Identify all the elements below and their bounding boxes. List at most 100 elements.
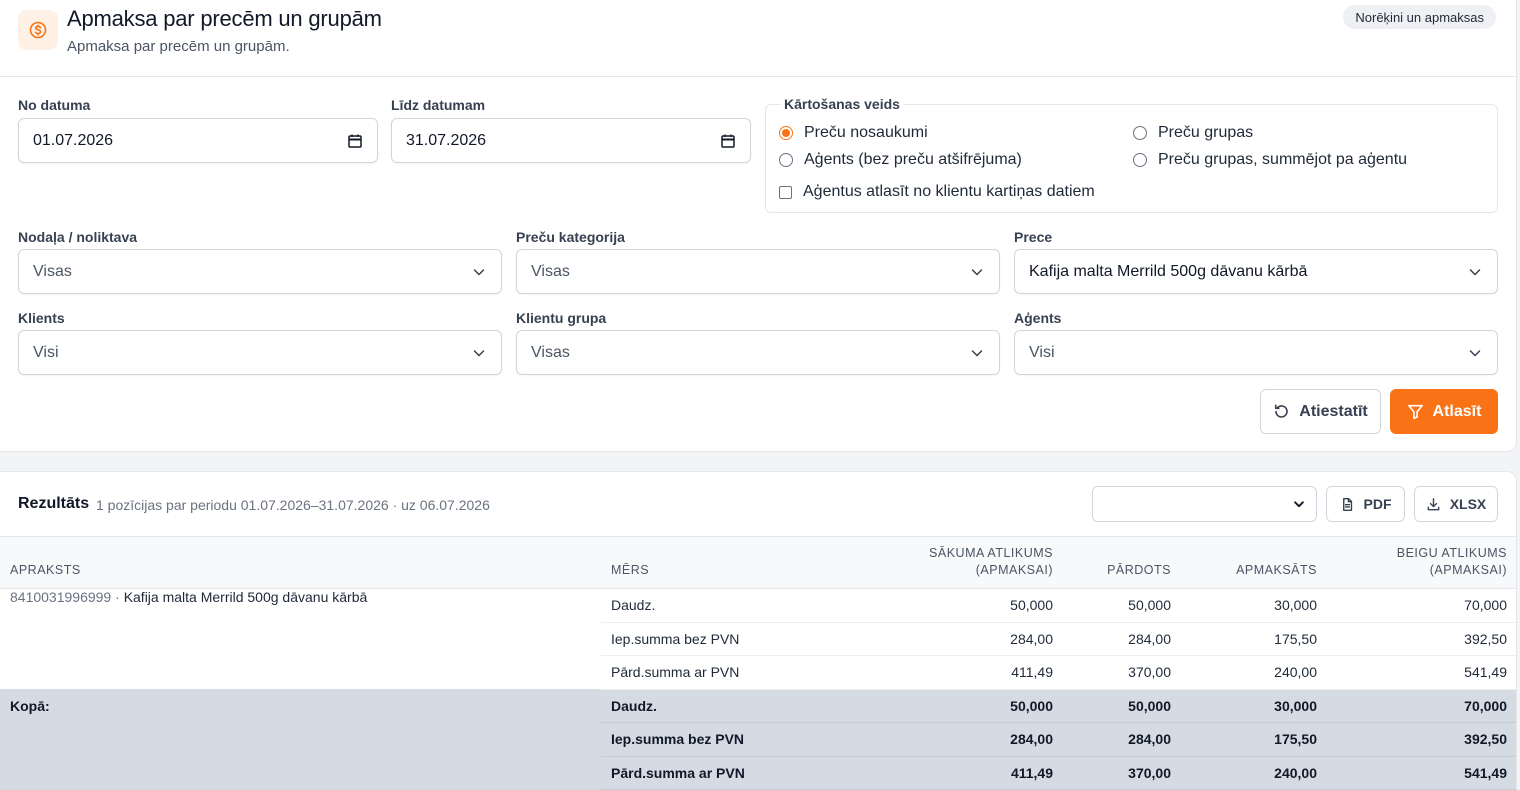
sort-type-legend: Kārtošanas veids bbox=[781, 96, 903, 112]
cell-end: 392,50 bbox=[1327, 722, 1516, 757]
item-separator: · bbox=[111, 589, 124, 605]
sort-option-product-names[interactable]: Preču nosaukumi bbox=[779, 124, 928, 142]
chevron-down-icon bbox=[473, 349, 485, 356]
client-select[interactable]: Visi bbox=[18, 330, 502, 375]
category-label: Preču kategorija bbox=[516, 229, 625, 245]
total-row: Kopā: Daudz. 50,000 50,000 30,000 70,000 bbox=[0, 689, 1516, 790]
cell-end: 541,49 bbox=[1327, 756, 1516, 790]
header-line: (apmaksai) bbox=[975, 563, 1053, 577]
sort-option-label: Preču grupas, summējot pa aģentu bbox=[1158, 151, 1408, 168]
col-header-measure[interactable]: Mērs bbox=[601, 536, 801, 589]
cell-start: 284,00 bbox=[801, 722, 1063, 757]
cell-paid: 30,000 bbox=[1181, 588, 1327, 623]
agent-value: Visi bbox=[1029, 343, 1055, 361]
cell-start: 411,49 bbox=[801, 655, 1063, 690]
cell-end: 70,000 bbox=[1327, 588, 1516, 623]
agents-from-client-checkbox[interactable]: Aģentus atlasīt no klientu kartiņas dati… bbox=[779, 183, 1095, 201]
calendar-icon[interactable] bbox=[720, 133, 736, 149]
table-header-row: Apraksts Mērs Sākuma atlikums (apmaksai) … bbox=[0, 536, 1516, 589]
cell-start: 411,49 bbox=[801, 756, 1063, 790]
date-from-input[interactable]: 01.07.2026 bbox=[18, 118, 378, 163]
department-value: Visas bbox=[33, 262, 72, 280]
cell-end: 70,000 bbox=[1327, 689, 1516, 723]
radio-unchecked[interactable] bbox=[779, 153, 793, 167]
radio-unchecked[interactable] bbox=[1133, 153, 1147, 167]
department-select[interactable]: Visas bbox=[18, 249, 502, 294]
cell-measure: Pārd.summa ar PVN bbox=[601, 655, 801, 690]
client-value: Visi bbox=[33, 343, 59, 361]
filter-icon bbox=[1407, 404, 1423, 420]
download-icon bbox=[1427, 497, 1440, 510]
cell-start: 50,000 bbox=[801, 689, 1063, 723]
results-view-select[interactable] bbox=[1092, 486, 1317, 522]
header-line: Beigu atlikums bbox=[1396, 546, 1507, 560]
chevron-down-icon bbox=[473, 268, 485, 275]
sort-option-agent[interactable]: Aģents (bez preču atšifrējuma) bbox=[779, 151, 1022, 169]
reset-icon bbox=[1275, 404, 1289, 418]
department-label: Nodaļa / noliktava bbox=[18, 229, 138, 245]
col-header-description[interactable]: Apraksts bbox=[0, 536, 601, 589]
page-title: Apmaksa par precēm un grupām bbox=[67, 6, 382, 31]
cell-sold: 50,000 bbox=[1063, 689, 1181, 723]
results-card: Rezultāts 1 pozīcijas par periodu 01.07.… bbox=[0, 471, 1517, 790]
cell-sold: 50,000 bbox=[1063, 588, 1181, 623]
client-label: Klients bbox=[18, 310, 65, 326]
cell-measure: Daudz. bbox=[601, 689, 801, 723]
table-row: 8410031996999 · Kafija malta Merrild 500… bbox=[0, 588, 1516, 623]
reset-button[interactable]: Atiestatīt bbox=[1260, 389, 1381, 434]
date-to-label: Līdz datumam bbox=[391, 97, 486, 113]
sort-option-product-groups[interactable]: Preču grupas bbox=[1133, 124, 1253, 142]
item-code: 8410031996999 bbox=[10, 589, 112, 605]
cell-start: 50,000 bbox=[801, 588, 1063, 623]
client-group-select[interactable]: Visas bbox=[516, 330, 1000, 375]
results-meta: 1 pozīcijas par periodu 01.07.2026–31.07… bbox=[96, 497, 490, 513]
export-pdf-label: PDF bbox=[1363, 496, 1392, 512]
product-label: Prece bbox=[1014, 229, 1053, 245]
section-badge: Norēķini un apmaksas bbox=[1343, 5, 1496, 29]
chevron-down-icon bbox=[1294, 501, 1304, 508]
export-pdf-button[interactable]: PDF bbox=[1326, 486, 1405, 522]
export-xlsx-button[interactable]: XLSX bbox=[1414, 486, 1498, 522]
checkbox-label: Aģentus atlasīt no klientu kartiņas dati… bbox=[803, 183, 1095, 200]
cell-paid: 240,00 bbox=[1181, 756, 1327, 790]
radio-unchecked[interactable] bbox=[1133, 126, 1147, 140]
calendar-icon[interactable] bbox=[347, 133, 363, 149]
category-select[interactable]: Visas bbox=[516, 249, 1000, 294]
col-header-sold[interactable]: Pārdots bbox=[1063, 536, 1181, 589]
cell-measure: Iep.summa bez PVN bbox=[601, 622, 801, 656]
cell-paid: 30,000 bbox=[1181, 689, 1327, 723]
cell-paid: 175,50 bbox=[1181, 722, 1327, 757]
date-from-label: No datuma bbox=[18, 97, 91, 113]
date-from-value: 01.07.2026 bbox=[33, 131, 114, 149]
sort-option-label: Preču nosaukumi bbox=[804, 124, 928, 141]
cell-end: 541,49 bbox=[1327, 655, 1516, 690]
sort-option-groups-by-agent[interactable]: Preču grupas, summējot pa aģentu bbox=[1133, 151, 1407, 169]
col-header-paid[interactable]: Apmaksāts bbox=[1181, 536, 1327, 589]
date-to-value: 31.07.2026 bbox=[406, 131, 487, 149]
filter-card: Apmaksa par precēm un grupām Apmaksa par… bbox=[0, 0, 1517, 452]
apply-button[interactable]: Atlasīt bbox=[1390, 389, 1498, 434]
col-header-start-balance[interactable]: Sākuma atlikums (apmaksai) bbox=[801, 536, 1063, 589]
cell-paid: 240,00 bbox=[1181, 655, 1327, 690]
client-group-label: Klientu grupa bbox=[516, 310, 607, 326]
cell-sold: 284,00 bbox=[1063, 622, 1181, 656]
date-to-input[interactable]: 31.07.2026 bbox=[391, 118, 751, 163]
header-line: Sākuma atlikums bbox=[929, 546, 1053, 560]
product-select[interactable]: Kafija malta Merrild 500g dāvanu kārbā bbox=[1014, 249, 1498, 294]
chevron-down-icon bbox=[971, 268, 983, 275]
sort-option-label: Aģents (bez preču atšifrējuma) bbox=[804, 151, 1022, 168]
checkbox-box[interactable] bbox=[779, 185, 792, 199]
agent-select[interactable]: Visi bbox=[1014, 330, 1498, 375]
header-divider bbox=[0, 76, 1516, 77]
reset-label: Atiestatīt bbox=[1299, 402, 1368, 420]
sort-option-label: Preču grupas bbox=[1158, 124, 1254, 141]
radio-checked[interactable] bbox=[779, 126, 793, 140]
chevron-down-icon bbox=[971, 349, 983, 356]
product-value: Kafija malta Merrild 500g dāvanu kārbā bbox=[1029, 262, 1308, 280]
results-table: Apraksts Mērs Sākuma atlikums (apmaksai) … bbox=[0, 536, 1516, 790]
dollar-coin-icon bbox=[18, 10, 58, 50]
header-line: (apmaksai) bbox=[1429, 563, 1507, 577]
agent-label: Aģents bbox=[1014, 310, 1062, 326]
col-header-end-balance[interactable]: Beigu atlikums (apmaksai) bbox=[1327, 536, 1516, 589]
results-title: Rezultāts bbox=[18, 495, 90, 512]
